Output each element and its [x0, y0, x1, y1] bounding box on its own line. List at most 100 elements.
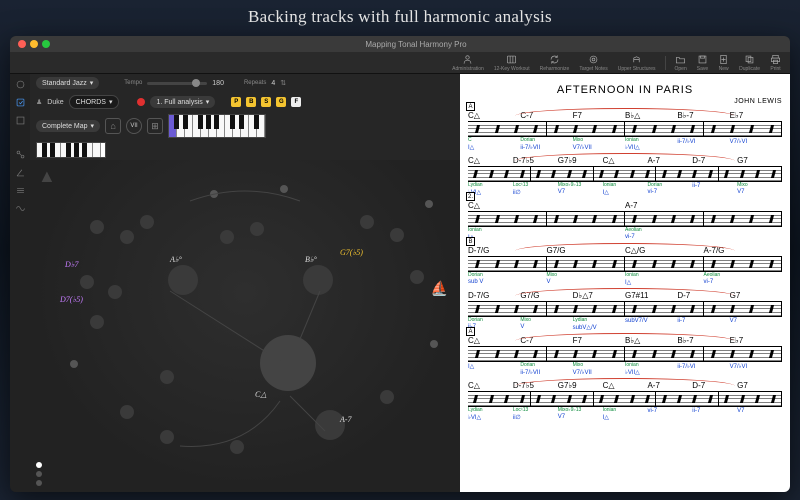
- chord-symbol[interactable]: F7: [573, 336, 625, 346]
- measure[interactable]: [468, 347, 547, 361]
- sidebar-angle-icon[interactable]: [14, 166, 26, 178]
- map-node[interactable]: [390, 228, 404, 242]
- chord-symbol[interactable]: C△/G: [625, 246, 704, 256]
- chord-symbol[interactable]: F7: [573, 111, 625, 121]
- badge-p[interactable]: P: [231, 97, 241, 107]
- piano-keyboard-2[interactable]: [36, 142, 106, 158]
- map-node[interactable]: [160, 430, 174, 444]
- staff[interactable]: [468, 346, 782, 362]
- map-node[interactable]: [160, 370, 174, 384]
- measure[interactable]: [625, 212, 704, 226]
- piano-keyboard[interactable]: [168, 114, 266, 138]
- toolbar-administration[interactable]: Administration: [449, 54, 487, 72]
- measure[interactable]: [547, 122, 626, 136]
- badge-f[interactable]: F: [291, 97, 301, 107]
- measure[interactable]: [704, 122, 783, 136]
- measure[interactable]: [468, 302, 547, 316]
- chord-symbol[interactable]: [520, 201, 572, 211]
- chord-symbol[interactable]: E♭7: [730, 111, 782, 121]
- chord-symbol[interactable]: G7/G: [520, 291, 572, 301]
- chord-symbol[interactable]: G7♭9: [558, 381, 603, 391]
- measure[interactable]: [547, 302, 626, 316]
- toolbar-upperstruct[interactable]: Upper Structures: [615, 54, 659, 72]
- measure[interactable]: [625, 302, 704, 316]
- style-selector[interactable]: Standard Jazz▾: [36, 77, 99, 89]
- map-node[interactable]: [220, 230, 234, 244]
- chord-symbol[interactable]: C△: [603, 156, 648, 166]
- map-mode-selector[interactable]: Complete Map▾: [36, 120, 100, 132]
- close-icon[interactable]: [18, 40, 26, 48]
- badge-s[interactable]: S: [261, 97, 271, 107]
- map-node[interactable]: [280, 185, 288, 193]
- toolbar-new[interactable]: New: [715, 54, 732, 72]
- map-node[interactable]: [380, 390, 394, 404]
- map-node[interactable]: [430, 340, 438, 348]
- voicing-selector[interactable]: CHORDS▾: [69, 95, 120, 109]
- map-node[interactable]: [80, 275, 94, 289]
- measure[interactable]: [594, 392, 657, 406]
- chord-symbol[interactable]: A-7: [647, 156, 692, 166]
- map-node[interactable]: [303, 265, 333, 295]
- map-node[interactable]: [120, 405, 134, 419]
- analysis-mode-selector[interactable]: 1. Full analysis▾: [150, 96, 215, 108]
- sidebar-wave-icon[interactable]: [14, 202, 26, 214]
- window-controls[interactable]: [18, 40, 50, 48]
- map-node[interactable]: [90, 315, 104, 329]
- badge-g[interactable]: G: [276, 97, 286, 107]
- chord-symbol[interactable]: C△: [468, 156, 513, 166]
- staff[interactable]: [468, 121, 782, 137]
- harmony-map[interactable]: ▲ ⛵ C△ A♭° B♭° A-7 G7(♭5) D♭7 D7(♭5): [30, 160, 460, 492]
- chord-symbol[interactable]: D-7: [677, 291, 729, 301]
- tempo-slider[interactable]: [147, 82, 207, 85]
- toolbar-save[interactable]: Save: [694, 54, 711, 72]
- map-node[interactable]: [108, 285, 122, 299]
- chord-symbol[interactable]: C△: [468, 111, 520, 121]
- toolbar-12key[interactable]: 12-Key Workout: [491, 54, 533, 72]
- minimize-icon[interactable]: [30, 40, 38, 48]
- map-node[interactable]: [360, 215, 374, 229]
- page-dot[interactable]: [36, 471, 42, 477]
- sidebar-tool-3[interactable]: [14, 114, 26, 126]
- chord-symbol[interactable]: G7♭9: [558, 156, 603, 166]
- measure[interactable]: [547, 212, 626, 226]
- measure[interactable]: [719, 392, 782, 406]
- staff[interactable]: [468, 166, 782, 182]
- page-dot[interactable]: [36, 462, 42, 468]
- zoom-icon[interactable]: [42, 40, 50, 48]
- measure[interactable]: [704, 257, 783, 271]
- chord-symbol[interactable]: G7/G: [547, 246, 626, 256]
- chord-symbol[interactable]: A-7: [625, 201, 677, 211]
- staff[interactable]: [468, 211, 782, 227]
- chord-symbol[interactable]: C△: [603, 381, 648, 391]
- staff[interactable]: [468, 391, 782, 407]
- map-node[interactable]: [120, 230, 134, 244]
- measure[interactable]: [719, 167, 782, 181]
- map-node[interactable]: [260, 335, 316, 391]
- measure[interactable]: [547, 257, 626, 271]
- chord-symbol[interactable]: D-7♭5: [513, 381, 558, 391]
- toolbar-targetnotes[interactable]: Target Notes: [576, 54, 610, 72]
- chord-symbol[interactable]: A-7: [647, 381, 692, 391]
- chord-symbol[interactable]: A-7/G: [704, 246, 783, 256]
- chord-symbol[interactable]: D♭△7: [573, 291, 625, 301]
- chord-symbol[interactable]: D-7: [692, 381, 737, 391]
- home-button[interactable]: ⌂: [105, 118, 121, 134]
- sidebar-tool-1[interactable]: [14, 78, 26, 90]
- chord-symbol[interactable]: D-7/G: [468, 291, 520, 301]
- measure[interactable]: [704, 212, 783, 226]
- chord-symbol[interactable]: [730, 201, 782, 211]
- map-node[interactable]: [250, 222, 264, 236]
- toolbar-reharmonize[interactable]: Reharmonize: [537, 54, 573, 72]
- map-node[interactable]: [230, 440, 244, 454]
- toolbar-print[interactable]: Print: [767, 54, 784, 72]
- measure[interactable]: [468, 392, 531, 406]
- circle-button[interactable]: VII: [126, 118, 142, 134]
- chord-symbol[interactable]: B♭-7: [677, 336, 729, 346]
- chord-symbol[interactable]: C-7: [520, 111, 572, 121]
- chord-symbol[interactable]: [677, 201, 729, 211]
- chord-symbol[interactable]: B♭△: [625, 336, 677, 346]
- chord-symbol[interactable]: G7: [737, 381, 782, 391]
- sidebar-tool-2[interactable]: [14, 96, 26, 108]
- measure[interactable]: [547, 347, 626, 361]
- chord-symbol[interactable]: D-7♭5: [513, 156, 558, 166]
